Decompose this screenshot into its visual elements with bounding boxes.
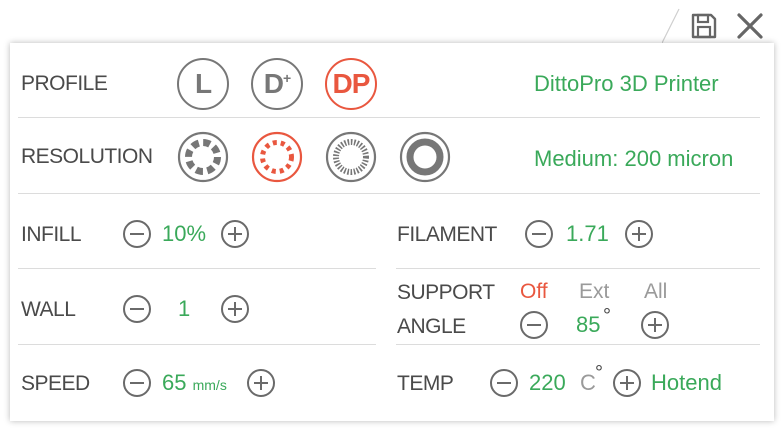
- resolution-option-low-icon[interactable]: [177, 131, 229, 183]
- filament-value: 1.71: [566, 221, 609, 246]
- tab-edge: [662, 8, 680, 44]
- support-option-ext[interactable]: Ext: [579, 280, 609, 304]
- profile-option-l-text: L: [194, 68, 212, 99]
- print-settings-panel: PROFILE L D + DP DittoPro 3D Printer RESO…: [10, 43, 774, 421]
- divider: [18, 117, 760, 118]
- profile-option-l[interactable]: L: [177, 58, 229, 110]
- temp-degree-symbol: °: [595, 362, 603, 384]
- divider: [18, 193, 760, 194]
- infill-value: 10%: [162, 221, 207, 246]
- wall-decrease-button[interactable]: [123, 295, 151, 323]
- speed-decrease-button[interactable]: [123, 369, 151, 397]
- angle-label: ANGLE: [397, 315, 466, 338]
- speed-value-group: 65 mm/s: [162, 371, 227, 397]
- divider: [18, 344, 376, 345]
- speed-increase-button[interactable]: [247, 369, 275, 397]
- angle-increase-button[interactable]: [641, 311, 669, 339]
- temp-label: TEMP: [397, 372, 454, 395]
- filament-decrease-button[interactable]: [525, 220, 553, 248]
- temp-decrease-button[interactable]: [490, 369, 518, 397]
- support-label: SUPPORT: [397, 281, 495, 304]
- profile-value: DittoPro 3D Printer: [534, 71, 719, 96]
- angle-value: 85: [576, 312, 601, 337]
- resolution-option-medium-icon[interactable]: [251, 131, 303, 183]
- filament-label: FILAMENT: [397, 223, 497, 246]
- resolution-label: RESOLUTION: [21, 145, 153, 168]
- save-button[interactable]: [688, 10, 720, 42]
- infill-increase-button[interactable]: [221, 220, 249, 248]
- close-button[interactable]: [734, 10, 766, 42]
- support-option-all[interactable]: All: [644, 280, 667, 304]
- divider: [396, 344, 760, 345]
- close-x-icon: [737, 13, 763, 39]
- wall-increase-button[interactable]: [221, 295, 249, 323]
- angle-decrease-button[interactable]: [520, 311, 548, 339]
- temp-value: 220: [529, 370, 566, 395]
- temp-unit: C: [580, 370, 596, 395]
- divider: [18, 268, 376, 269]
- infill-decrease-button[interactable]: [123, 220, 151, 248]
- wall-value: 1: [178, 296, 191, 321]
- filament-increase-button[interactable]: [625, 220, 653, 248]
- profile-option-d-text: D: [263, 68, 284, 99]
- profile-option-d-plus: +: [283, 70, 291, 86]
- infill-label: INFILL: [21, 223, 82, 246]
- temp-target[interactable]: Hotend: [651, 371, 722, 395]
- speed-label: SPEED: [21, 372, 90, 395]
- divider: [396, 268, 760, 269]
- resolution-option-high-icon[interactable]: [325, 131, 377, 183]
- support-option-off[interactable]: Off: [520, 280, 548, 304]
- wall-label: WALL: [21, 298, 76, 321]
- profile-label: PROFILE: [21, 72, 108, 95]
- profile-option-d[interactable]: D +: [251, 58, 303, 110]
- floppy-disk-icon: [691, 13, 717, 39]
- resolution-option-ultra-icon[interactable]: [399, 131, 451, 183]
- speed-value: 65: [162, 370, 187, 395]
- speed-unit: mm/s: [192, 377, 227, 393]
- profile-option-dp-text: DP: [332, 68, 371, 99]
- profile-option-dp[interactable]: DP: [325, 58, 377, 110]
- resolution-value: Medium: 200 micron: [534, 146, 734, 171]
- temp-increase-button[interactable]: [613, 369, 641, 397]
- angle-degree-symbol: °: [603, 305, 611, 327]
